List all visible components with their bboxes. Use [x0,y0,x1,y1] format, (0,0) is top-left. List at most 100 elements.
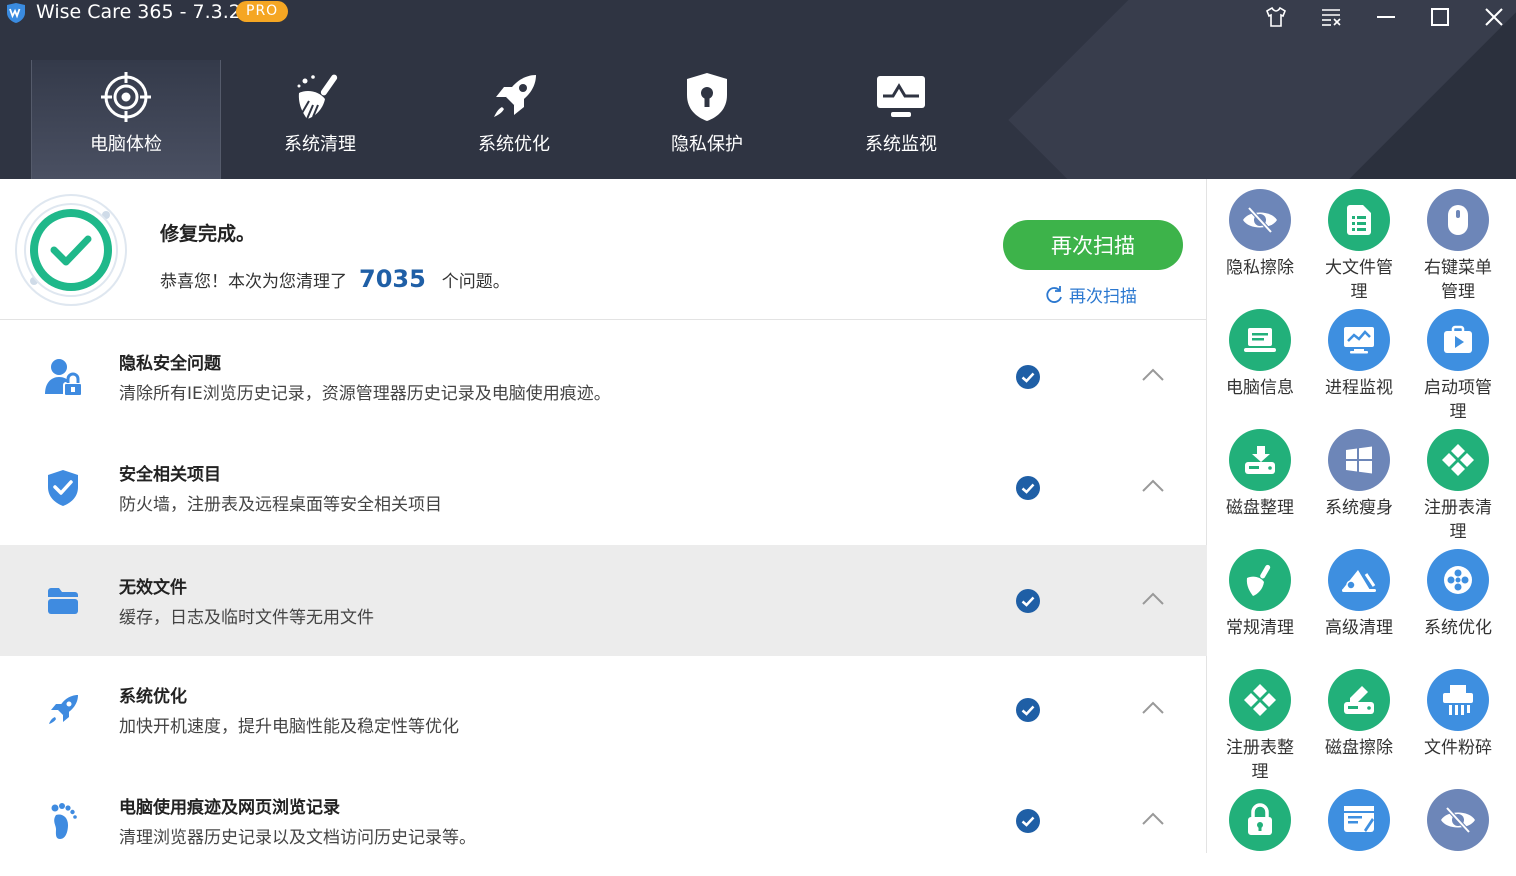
collapse-chevron-icon[interactable] [1140,809,1166,829]
registry-clean-icon [1442,444,1474,476]
complete-check-icon [15,194,127,306]
tab-pc-checkup[interactable]: 电脑体检 [31,60,221,179]
issue-description: 缓存，日志及临时文件等无用文件 [119,608,374,628]
chart-monitor-icon [1344,327,1374,354]
issue-row: 隐私安全问题 清除所有IE浏览历史记录，资源管理器历史记录及电脑使用痕迹。 [0,321,1207,432]
rescan-link-label: 再次扫描 [1069,287,1137,307]
menu-button[interactable] [1317,4,1345,30]
tool-label: 大文件管理 [1325,258,1393,302]
folder-icon [48,588,78,614]
refresh-icon [1046,285,1062,303]
collapse-chevron-icon[interactable] [1140,476,1166,496]
shield-lock-icon [687,73,727,121]
tab-label: 电脑体检 [90,134,162,155]
tool-file-shredder[interactable]: 文件粉碎 [1408,669,1508,760]
header: Wise Care 365 - 7.3.2 PRO 电脑体检 系统清理 系统优化… [0,0,1516,179]
tool-label: 常规清理 [1226,618,1294,638]
tool-privacy-eraser-2[interactable] [1408,789,1508,853]
tool-label: 文件粉碎 [1424,738,1492,758]
tool-large-file-manager[interactable]: 大文件管理 [1309,189,1409,304]
issue-title: 安全相关项目 [119,465,221,485]
check-circle-icon [1016,476,1040,500]
collapse-chevron-icon[interactable] [1140,365,1166,385]
rescan-button[interactable]: 再次扫描 [1003,220,1183,270]
tab-label: 系统清理 [284,134,356,155]
maximize-button[interactable] [1426,4,1454,30]
tool-startup-manager[interactable]: 启动项管理 [1408,309,1508,424]
eye-slash-icon [1441,806,1475,834]
optimize-icon [1444,566,1472,594]
tab-privacy[interactable]: 隐私保护 [612,60,802,179]
tool-common-clean[interactable]: 常规清理 [1210,549,1310,640]
monitor-icon [877,76,925,117]
result-title: 修复完成。 [160,223,256,245]
tool-label: 系统优化 [1424,618,1492,638]
issue-row: 电脑使用痕迹及网页浏览记录 清理浏览器历史记录以及文档访问历史记录等。 [0,765,1207,876]
tool-privacy-eraser[interactable]: 隐私擦除 [1210,189,1310,280]
menu-icon [1322,9,1341,26]
skin-icon [1266,6,1286,27]
tool-label: 磁盘擦除 [1325,738,1393,758]
close-button[interactable] [1480,4,1508,30]
tab-system-optimize[interactable]: 系统优化 [419,60,609,179]
tool-disk-defrag[interactable]: 磁盘整理 [1210,429,1310,520]
tool-label: 磁盘整理 [1226,498,1294,518]
tool-advanced-clean[interactable]: 高级清理 [1309,549,1409,640]
shield-check-icon [48,470,78,506]
file-list-icon [1347,205,1371,235]
tool-label: 隐私擦除 [1226,258,1294,278]
registry-defrag-icon [1244,684,1276,716]
tool-label: 注册表整理 [1226,738,1294,782]
tool-browser-clean[interactable] [1309,789,1409,853]
issue-title: 系统优化 [119,687,187,707]
tool-label: 注册表清理 [1424,498,1492,542]
windows-icon [1346,446,1372,474]
close-icon [1485,8,1503,26]
check-circle-icon [1016,809,1040,833]
tool-registry-cleaner[interactable]: 注册表清理 [1408,429,1508,544]
tool-pc-info[interactable]: 电脑信息 [1210,309,1310,400]
tool-label: 高级清理 [1325,618,1393,638]
skin-button[interactable] [1262,4,1290,30]
tool-file-lock[interactable] [1210,789,1310,853]
laptop-icon [1244,328,1276,352]
check-circle-icon [1016,589,1040,613]
tool-system-optimize[interactable]: 系统优化 [1408,549,1508,640]
lock-icon [1248,803,1272,835]
tool-label: 启动项管理 [1424,378,1492,422]
tool-process-monitor[interactable]: 进程监视 [1309,309,1409,400]
minimize-button[interactable] [1372,4,1400,30]
tab-system-clean[interactable]: 系统清理 [225,60,415,179]
tool-system-slimming[interactable]: 系统瘦身 [1309,429,1409,520]
tool-label: 电脑信息 [1226,378,1294,398]
issue-description: 清理浏览器历史记录以及文档访问历史记录等。 [119,828,476,848]
issue-row: 无效文件 缓存，日志及临时文件等无用文件 [0,545,1207,656]
mouse-icon [1448,205,1468,235]
tool-disk-eraser[interactable]: 磁盘擦除 [1309,669,1409,760]
collapse-chevron-icon[interactable] [1140,698,1166,718]
check-circle-icon [1016,698,1040,722]
tool-label: 进程监视 [1325,378,1393,398]
shredder-icon [1443,685,1473,715]
tool-context-menu-manager[interactable]: 右键菜单管理 [1408,189,1508,304]
issue-row: 安全相关项目 防火墙，注册表及远程桌面等安全相关项目 [0,432,1207,543]
advanced-clean-icon [1342,570,1376,592]
broom-icon [1246,564,1271,596]
issue-description: 清除所有IE浏览历史记录，资源管理器历史记录及电脑使用痕迹。 [119,384,611,404]
rocket-icon [49,695,78,724]
footprint-icon [51,803,77,839]
app-logo-icon [7,3,25,23]
checkup-results-pane: 修复完成。 恭喜您！本次为您清理了 7035 个问题。 再次扫描 再次扫描 隐私… [0,179,1207,853]
maximize-icon [1431,8,1449,26]
result-message: 恭喜您！本次为您清理了 7035 个问题。 [160,265,510,293]
issue-title: 隐私安全问题 [119,354,221,374]
rescan-link[interactable]: 再次扫描 [1044,282,1137,307]
browser-clean-icon [1344,806,1374,832]
startup-icon [1444,325,1472,353]
tab-system-monitor[interactable]: 系统监视 [806,60,996,179]
issue-title: 电脑使用痕迹及网页浏览记录 [119,798,340,818]
issue-description: 防火墙，注册表及远程桌面等安全相关项目 [119,495,442,515]
tool-registry-defrag[interactable]: 注册表整理 [1210,669,1310,784]
issue-description: 加快开机速度，提升电脑性能及稳定性等优化 [119,717,459,737]
collapse-chevron-icon[interactable] [1140,589,1166,609]
